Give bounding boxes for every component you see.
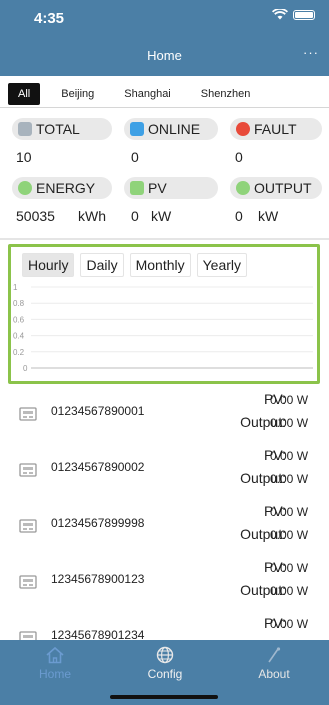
output-value: 0.00 W <box>270 416 309 430</box>
list-item[interactable]: 12345678901234 PV: 0.00 W <box>0 615 329 645</box>
home-icon <box>45 646 65 664</box>
home-indicator <box>110 695 218 699</box>
section-divider <box>0 238 329 240</box>
tabbar-config[interactable]: Config <box>110 640 220 681</box>
stat-output-value: 0 <box>235 208 243 224</box>
tab-daily[interactable]: Daily <box>80 253 124 277</box>
leaf-icon <box>18 181 32 195</box>
output-value: 0.00 W <box>270 472 309 486</box>
inverter-icon <box>19 574 37 590</box>
period-tabs: Hourly Daily Monthly Yearly <box>22 253 253 277</box>
y-tick-label: 1 <box>13 283 18 292</box>
device-id: 12345678900123 <box>51 572 145 586</box>
tab-all[interactable]: All <box>8 83 41 105</box>
stat-total: TOTAL <box>12 118 112 140</box>
tab-yearly[interactable]: Yearly <box>196 253 248 277</box>
pv-value: 0.00 W <box>270 393 309 407</box>
battery-icon <box>293 9 315 20</box>
stat-total-value: 10 <box>16 149 32 165</box>
pv-value: 0.00 W <box>270 505 309 519</box>
stat-online: ONLINE <box>124 118 218 140</box>
stat-output-label: OUTPUT <box>254 180 312 196</box>
inverter-icon <box>19 462 37 478</box>
tab-hourly[interactable]: Hourly <box>22 253 75 277</box>
tabbar-about[interactable]: About <box>219 640 329 681</box>
output-value: 0.00 W <box>270 584 309 598</box>
status-icons <box>272 9 315 20</box>
list-item[interactable]: 01234567899998 PV: 0.00 W Output: 0.00 W <box>0 503 329 566</box>
list-item[interactable]: 01234567890002 PV: 0.00 W Output: 0.00 W <box>0 447 329 510</box>
wifi-icon <box>272 9 288 20</box>
stat-pv-label: PV <box>148 180 167 196</box>
inverter-icon <box>19 518 37 534</box>
tabbar-home-label: Home <box>38 667 71 681</box>
output-value: 0.00 W <box>270 528 309 542</box>
stat-fault-value: 0 <box>235 149 243 165</box>
y-tick-label: 0.4 <box>13 332 25 341</box>
pv-value: 0.00 W <box>270 561 309 575</box>
stat-energy-value: 50035 <box>16 208 55 224</box>
alert-icon <box>236 122 250 136</box>
stat-pv: PV <box>124 177 218 199</box>
chart-panel: Hourly Daily Monthly Yearly 1 0.8 0.6 0.4 0.… <box>8 244 320 384</box>
device-icon <box>18 122 32 136</box>
list-item[interactable]: 12345678900123 PV: 0.00 W Output: 0.00 W <box>0 559 329 622</box>
y-tick-label: 0.6 <box>13 315 25 324</box>
status-time: 4:35 <box>34 10 65 27</box>
stat-output: OUTPUT <box>230 177 322 199</box>
tabbar-about-label: About <box>258 667 290 681</box>
inverter-icon <box>19 406 37 422</box>
y-tick-label: 0.2 <box>13 348 25 357</box>
stat-online-label: ONLINE <box>148 121 201 137</box>
stat-fault: FAULT <box>230 118 322 140</box>
tab-shenzhen[interactable]: Shenzhen <box>192 83 260 105</box>
device-id: 01234567890001 <box>51 404 145 418</box>
stat-energy-unit: kWh <box>78 208 106 224</box>
tab-shanghai[interactable]: Shanghai <box>115 83 180 105</box>
tab-monthly[interactable]: Monthly <box>129 253 191 277</box>
stat-pv-unit: kW <box>151 208 172 224</box>
list-item[interactable]: 01234567890001 PV: 0.00 W Output: 0.00 W <box>0 391 329 454</box>
stat-energy: ENERGY <box>12 177 112 199</box>
nav-bar: 4:35 Home ··· <box>0 0 329 76</box>
pv-value: 0.00 W <box>270 617 309 631</box>
page-title: Home <box>147 48 182 63</box>
pv-value: 0.00 W <box>270 449 309 463</box>
more-menu-button[interactable]: ··· <box>303 45 319 60</box>
y-tick-label: 0 <box>23 364 28 373</box>
stat-pv-value: 0 <box>131 208 139 224</box>
device-id: 01234567890002 <box>51 460 145 474</box>
y-tick-label: 0.8 <box>13 299 25 308</box>
city-tabs: All Beijing Shanghai Shenzhen <box>8 83 271 105</box>
gauge-icon <box>236 181 250 195</box>
stat-fault-label: FAULT <box>254 121 297 137</box>
stat-output-unit: kW <box>258 208 279 224</box>
stat-energy-label: ENERGY <box>36 180 96 196</box>
about-icon <box>264 646 284 664</box>
stat-total-label: TOTAL <box>36 121 80 137</box>
stat-online-value: 0 <box>131 149 139 165</box>
tabbar-config-label: Config <box>147 667 183 681</box>
energy-chart: 1 0.8 0.6 0.4 0.2 0 <box>13 283 313 373</box>
bus-icon <box>130 122 144 136</box>
tab-beijing[interactable]: Beijing <box>52 83 103 105</box>
tabs-divider <box>0 107 329 108</box>
device-id: 01234567899998 <box>51 516 145 530</box>
tabbar-home[interactable]: Home <box>0 640 110 681</box>
solar-icon <box>130 181 144 195</box>
globe-icon <box>155 646 175 664</box>
